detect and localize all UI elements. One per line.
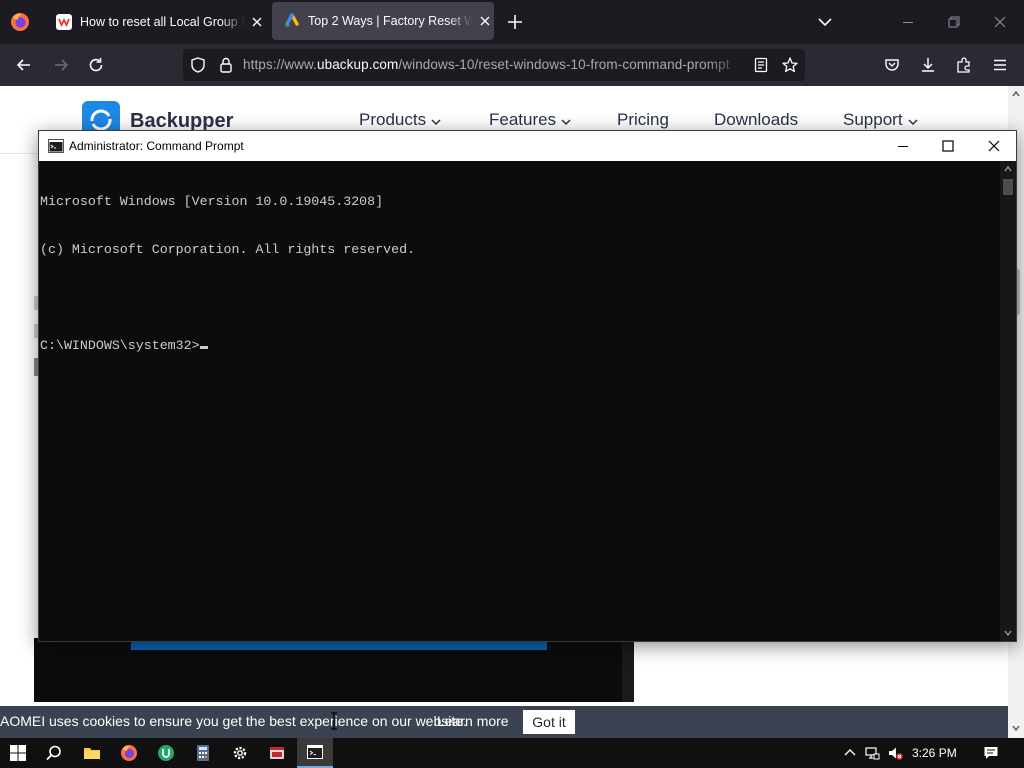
cookie-banner: AOMEI uses cookies to ensure you get the… [0,706,1008,738]
firefox-icon [121,745,137,761]
text-cursor [199,346,208,349]
tab-title: Top 2 Ways | Factory Reset Windows 10 [308,14,473,28]
close-tab-icon[interactable] [249,14,265,30]
search-icon [46,745,61,761]
notification-center-icon[interactable] [983,745,999,761]
cmd-minimize-icon[interactable] [895,138,911,154]
address-bar[interactable]: https://www.ubackup.com/windows-10/reset… [183,49,805,81]
browser-nav-bar: https://www.ubackup.com/windows-10/reset… [0,44,1024,86]
tab-factory-reset[interactable]: Top 2 Ways | Factory Reset Windows 10 [272,2,494,40]
red-window-app-icon [270,747,284,759]
minimize-window-icon[interactable] [900,14,916,30]
nav-label: Support [843,110,903,129]
chevron-down-icon [561,119,571,126]
chevron-down-icon [431,119,441,126]
firefox-icon[interactable] [10,12,30,32]
cmd-output-line: (c) Microsoft Corporation. All rights re… [40,242,416,257]
cmd-close-icon[interactable] [986,138,1002,154]
gear-icon [233,746,247,760]
cmd-prompt: C:\WINDOWS\system32> [40,338,200,353]
taskbar-settings[interactable] [222,738,258,768]
lock-icon[interactable] [218,56,234,74]
close-tab-icon[interactable] [477,13,493,29]
restore-window-icon[interactable] [946,14,962,30]
taskbar-file-explorer[interactable] [74,738,110,768]
nav-pricing[interactable]: Pricing [617,110,669,130]
folder-icon [84,748,100,759]
ibeam-cursor-icon [331,712,337,730]
google-ads-favicon-icon [285,13,299,27]
scroll-down-arrow-icon[interactable] [1012,724,1020,732]
article-screenshot-scrollbar [622,638,634,702]
cmd-console-output[interactable]: Microsoft Windows [Version 10.0.19045.32… [39,161,1000,641]
cookie-message: AOMEI uses cookies to ensure you get the… [0,713,467,729]
reload-icon[interactable] [87,56,105,74]
cmd-window-title: Administrator: Command Prompt [69,139,244,153]
taskbar-calculator[interactable] [185,738,221,768]
taskbar-green-app[interactable] [148,738,184,768]
taskbar-clock[interactable]: 3:26 PM [912,746,957,760]
list-all-tabs-chevron-icon[interactable] [817,14,833,30]
forward-arrow-icon[interactable] [52,56,70,74]
taskbar-command-prompt[interactable] [297,738,333,768]
pocket-icon[interactable] [883,56,901,74]
cmd-scrollbar[interactable] [1000,161,1016,641]
nav-products[interactable]: Products [359,110,442,130]
cmd-maximize-icon[interactable] [940,138,956,154]
learn-more-link[interactable]: Learn more [437,713,509,729]
windows-taskbar: 3:26 PM [0,738,1024,768]
app-menu-hamburger-icon[interactable] [991,56,1009,74]
nav-features[interactable]: Features [489,110,572,130]
start-button[interactable] [0,738,36,768]
url-path: /windows-10/reset-windows-10-from-comman… [398,57,730,72]
cmd-app-icon[interactable] [48,139,64,153]
scroll-up-arrow-icon[interactable] [1004,165,1012,173]
downloads-icon[interactable] [919,56,937,74]
scroll-up-arrow-icon[interactable] [1012,90,1020,98]
taskbar-red-app[interactable] [259,738,295,768]
network-icon[interactable] [864,745,880,761]
volume-muted-icon[interactable] [887,745,903,761]
reader-view-icon[interactable] [753,57,769,73]
chevron-down-icon [908,119,918,126]
url-prefix: https://www. [243,57,317,72]
close-window-icon[interactable] [992,14,1008,30]
scroll-down-arrow-icon[interactable] [1004,629,1012,637]
new-tab-plus-icon[interactable] [506,13,524,31]
url-text[interactable]: https://www.ubackup.com/windows-10/reset… [243,57,745,72]
cmd-output-line [40,290,1000,306]
nav-label: Pricing [617,110,669,129]
url-host: ubackup.com [316,57,399,72]
bookmark-star-icon[interactable] [781,56,799,74]
nav-label: Downloads [714,110,799,129]
calculator-icon [197,745,209,761]
nav-downloads[interactable]: Downloads [714,110,798,130]
browser-tab-bar: How to reset all Local Group Policy Top … [0,0,1024,44]
cmd-title-bar[interactable]: Administrator: Command Prompt [39,131,1016,161]
cmd-scrollbar-thumb[interactable] [1003,179,1013,195]
taskbar-firefox[interactable] [111,738,147,768]
tracking-protection-shield-icon[interactable] [189,56,207,74]
extensions-puzzle-icon[interactable] [955,56,973,74]
green-u-app-icon [158,745,174,761]
back-arrow-icon[interactable] [15,56,33,74]
cmd-output-line: Microsoft Windows [Version 10.0.19045.32… [40,194,384,209]
cmd-prompt-line[interactable]: C:\WINDOWS\system32> [40,338,1000,354]
show-hidden-icons-chevron-icon[interactable] [842,745,858,761]
windows-logo-icon [10,745,26,761]
command-prompt-window[interactable]: Administrator: Command Prompt Microsoft … [38,130,1017,642]
tab-reset-group-policy[interactable]: How to reset all Local Group Policy [44,0,268,44]
aomei-favicon-icon [56,14,72,30]
tab-title: How to reset all Local Group Policy [80,15,245,29]
search-button[interactable] [36,738,72,768]
nav-label: Features [489,110,557,129]
article-screenshot-image [34,638,634,702]
nav-label: Products [359,110,427,129]
cmd-app-icon [307,745,323,759]
nav-support[interactable]: Support [843,110,919,130]
got-it-button[interactable]: Got it [523,710,575,734]
